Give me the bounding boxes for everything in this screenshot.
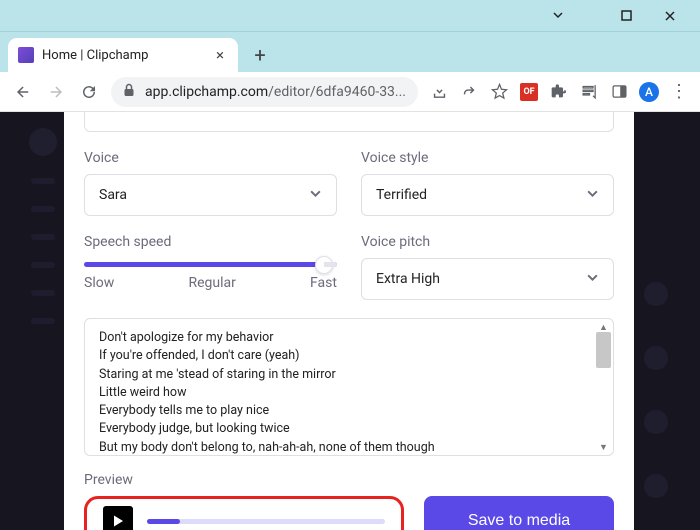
voice-style-select[interactable]: Terrified <box>361 174 614 216</box>
voice-label: Voice <box>84 150 337 166</box>
chevron-down-icon <box>586 271 599 288</box>
tts-panel: Voice Sara Voice style Terrified Speech … <box>64 112 634 530</box>
install-app-icon[interactable] <box>424 77 454 107</box>
voice-field: Voice Sara <box>84 150 337 216</box>
new-tab-button[interactable]: + <box>246 41 274 69</box>
tab-close-button[interactable]: × <box>212 47 228 63</box>
speech-speed-slider[interactable] <box>84 262 337 267</box>
chevron-down-icon <box>586 187 599 204</box>
scroll-up-icon[interactable]: ▲ <box>599 322 608 332</box>
voice-style-select-value: Terrified <box>376 187 427 203</box>
window-minimize-button[interactable] <box>536 4 580 28</box>
play-button[interactable] <box>103 506 133 530</box>
window-close-button[interactable] <box>648 4 692 28</box>
browser-tab[interactable]: Home | Clipchamp × <box>8 38 238 72</box>
slider-mark-fast: Fast <box>310 275 337 291</box>
tab-title: Home | Clipchamp <box>42 48 206 63</box>
voice-pitch-select-value: Extra High <box>376 271 440 287</box>
save-to-media-button[interactable]: Save to media <box>424 496 614 530</box>
preview-progress[interactable] <box>147 519 385 524</box>
slider-mark-slow: Slow <box>84 275 114 291</box>
voice-style-label: Voice style <box>361 150 614 166</box>
extension-pdf-icon[interactable]: OF <box>514 77 544 107</box>
right-side-strip <box>634 112 678 530</box>
speech-speed-field: Speech speed Slow Regular Fast <box>84 234 337 300</box>
slider-thumb[interactable] <box>315 256 333 274</box>
textarea-scrollbar[interactable]: ▲ ▼ <box>596 322 611 452</box>
voice-pitch-select[interactable]: Extra High <box>361 258 614 300</box>
slider-mark-regular: Regular <box>188 275 235 291</box>
voice-pitch-field: Voice pitch Extra High <box>361 234 614 300</box>
voice-select-value: Sara <box>99 187 127 203</box>
voice-pitch-label: Voice pitch <box>361 234 614 250</box>
window-spacer <box>580 4 604 28</box>
preview-player <box>84 496 404 530</box>
voice-select[interactable]: Sara <box>84 174 337 216</box>
left-side-strip <box>22 112 64 530</box>
speech-speed-label: Speech speed <box>84 234 337 250</box>
address-bar[interactable]: app.clipchamp.com/editor/6dfa9460-33... <box>111 77 418 107</box>
scroll-thumb[interactable] <box>596 332 611 368</box>
reload-button[interactable] <box>72 75 105 109</box>
menu-button[interactable]: ⋮ <box>664 77 694 107</box>
voice-style-field: Voice style Terrified <box>361 150 614 216</box>
profile-avatar[interactable]: A <box>634 77 664 107</box>
reading-list-icon[interactable] <box>574 77 604 107</box>
text-input-content: Don't apologize for my behaviorIf you're… <box>85 319 613 455</box>
url-text: app.clipchamp.com/editor/6dfa9460-33... <box>145 84 406 100</box>
app-content: Voice Sara Voice style Terrified Speech … <box>0 112 700 530</box>
back-button[interactable] <box>6 75 39 109</box>
tab-favicon <box>18 47 34 63</box>
window-maximize-button[interactable] <box>604 4 648 28</box>
bookmark-icon[interactable] <box>484 77 514 107</box>
toolbar: app.clipchamp.com/editor/6dfa9460-33... … <box>0 72 700 112</box>
chevron-down-icon <box>309 187 322 204</box>
window-titlebar <box>0 0 700 32</box>
side-panel-icon[interactable] <box>604 77 634 107</box>
share-icon[interactable] <box>454 77 484 107</box>
text-input[interactable]: Don't apologize for my behaviorIf you're… <box>84 318 614 456</box>
scroll-down-icon[interactable]: ▼ <box>599 442 608 452</box>
preview-progress-fill <box>147 519 180 524</box>
extensions-icon[interactable] <box>544 77 574 107</box>
tab-strip: Home | Clipchamp × + <box>0 32 700 72</box>
forward-button[interactable] <box>39 75 72 109</box>
prev-input-remnant <box>84 112 614 132</box>
lock-icon <box>123 83 135 101</box>
preview-label: Preview <box>84 472 614 488</box>
